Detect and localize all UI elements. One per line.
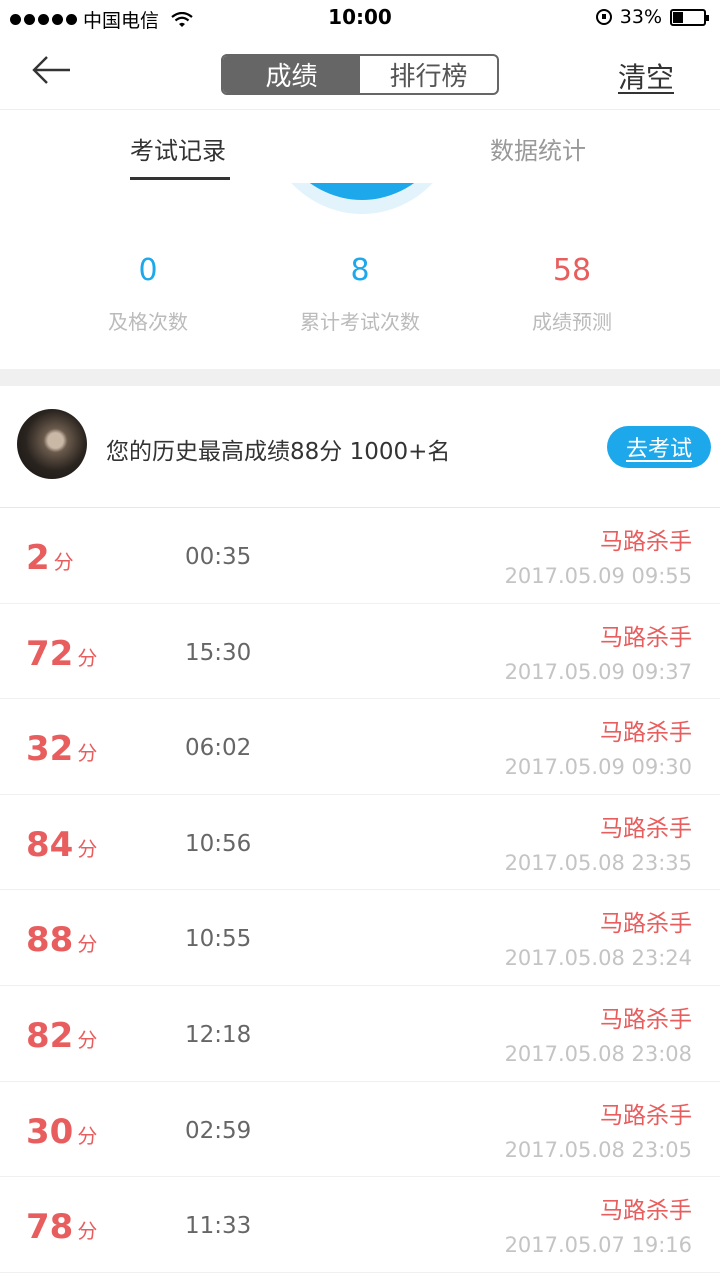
score-unit: 分 [53,550,74,574]
record-title: 马路杀手 [600,1198,692,1225]
record-duration: 12:18 [185,1021,252,1048]
score-value: 32 [26,729,74,770]
table-row[interactable]: 88 分 10:55 马路杀手 2017.05.08 23:24 [0,890,720,986]
record-title: 马路杀手 [600,720,692,747]
record-title: 马路杀手 [600,815,692,842]
table-row[interactable]: 78 分 11:33 马路杀手 2017.05.07 19:16 [0,1177,720,1273]
score-value: 88 [26,920,74,961]
back-arrow-icon[interactable] [30,52,74,88]
stat-value: 8 [350,253,370,288]
go-exam-button[interactable]: 去考试 [607,426,711,468]
record-duration: 00:35 [185,544,252,570]
record-title: 马路杀手 [600,1006,692,1033]
exam-records-list: 2 分 00:35 马路杀手 2017.05.09 09:55 72 分 15:30 马路杀手 2… [0,508,720,1273]
record-score: 32 分 [26,729,97,769]
stat-label: 累计考试次数 [300,310,420,334]
record-date: 2017.05.08 23:05 [504,1137,692,1162]
sub-tabs: 考试记录 数据统计 [0,111,720,183]
record-score: 84 分 [26,825,97,865]
status-bar: 中国电信 10:00 33% [0,0,720,36]
score-unit: 分 [77,741,98,766]
score-value: 78 [26,1207,74,1248]
record-duration: 10:55 [185,926,252,953]
record-date: 2017.05.09 09:37 [504,659,692,684]
record-title: 马路杀手 [600,911,692,938]
active-tab-indicator [130,177,230,180]
stat-pass-count: 0 及格次数 [48,253,248,335]
battery-percent: 33% [619,6,662,28]
score-value: 84 [26,824,74,865]
score-unit: 分 [77,645,98,670]
score-unit: 分 [77,932,98,957]
best-score-row: 您的历史最高成绩88分 1000+名 去考试 [0,386,720,508]
record-duration: 15:30 [185,639,252,666]
record-title: 马路杀手 [600,1102,692,1129]
record-score: 30 分 [26,1112,97,1152]
record-date: 2017.05.08 23:08 [504,1041,692,1066]
score-value: 2 [26,538,50,578]
record-score: 2分 [26,538,74,578]
score-value: 30 [26,1111,74,1152]
section-divider [0,369,720,386]
record-date: 2017.05.09 09:30 [504,755,692,780]
table-row[interactable]: 82 分 12:18 马路杀手 2017.05.08 23:08 [0,986,720,1082]
segment-leaderboard[interactable]: 排行榜 [360,56,497,93]
record-score: 88 分 [26,920,97,960]
record-score: 82 分 [26,1016,97,1056]
segmented-control: 成绩 排行榜 [221,54,499,95]
navigation-bar: 成绩 排行榜 清空 [0,36,720,110]
battery-icon [670,8,709,26]
table-row[interactable]: 72 分 15:30 马路杀手 2017.05.09 09:37 [0,604,720,700]
score-unit: 分 [77,836,98,861]
table-row[interactable]: 84 分 10:56 马路杀手 2017.05.08 23:35 [0,795,720,891]
table-row[interactable]: 32 分 06:02 马路杀手 2017.05.09 09:30 [0,699,720,795]
record-date: 2017.05.09 09:55 [504,564,692,588]
record-duration: 06:02 [185,735,252,762]
clear-button[interactable]: 清空 [618,56,674,96]
table-row[interactable]: 30 分 02:59 马路杀手 2017.05.08 23:05 [0,1082,720,1178]
best-score-text: 您的历史最高成绩88分 1000+名 [106,439,451,465]
score-unit: 分 [77,1027,98,1052]
score-unit: 分 [77,1123,98,1148]
stat-value: 58 [552,253,592,288]
score-value: 82 [26,1015,74,1056]
record-date: 2017.05.08 23:24 [504,946,692,971]
record-duration: 10:56 [185,830,252,857]
stat-score-prediction: 58 成绩预测 [472,253,672,335]
stat-label: 成绩预测 [532,310,612,334]
score-unit: 分 [77,1219,98,1244]
tab-data-statistics[interactable]: 数据统计 [490,131,586,166]
tab-exam-records[interactable]: 考试记录 [130,131,226,166]
record-score: 78 分 [26,1207,97,1247]
status-right: 33% [595,6,709,28]
record-title: 马路杀手 [600,529,692,555]
table-row[interactable]: 2 分 00:35 马路杀手 2017.05.09 09:55 [0,508,720,604]
record-duration: 11:33 [185,1213,252,1240]
record-title: 马路杀手 [600,624,692,651]
stat-value: 0 [138,253,158,288]
record-date: 2017.05.07 19:16 [504,1233,692,1258]
battery-level [673,11,683,23]
avatar[interactable] [17,409,87,479]
orientation-lock-icon [595,9,612,25]
segment-scores[interactable]: 成绩 [223,56,360,93]
stat-total-exams: 8 累计考试次数 [260,253,460,335]
score-value: 72 [26,633,74,674]
record-score: 72 分 [26,634,97,674]
stat-label: 及格次数 [108,310,188,334]
record-duration: 02:59 [185,1117,252,1144]
record-date: 2017.05.08 23:35 [504,850,692,875]
stats-panel: 0 及格次数 8 累计考试次数 58 成绩预测 [0,183,720,369]
